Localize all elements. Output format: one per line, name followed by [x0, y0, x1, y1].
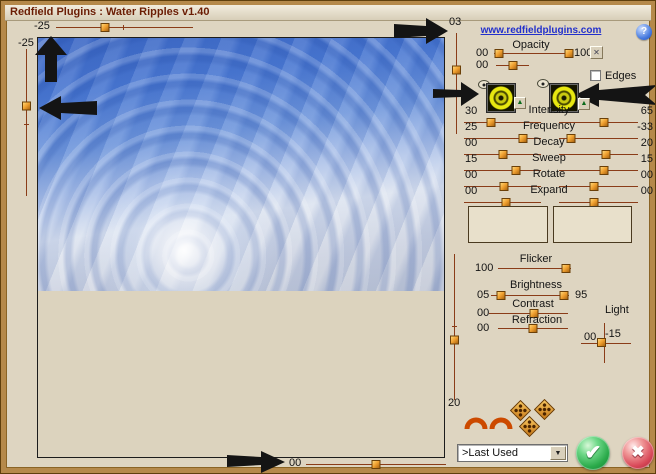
title-bar: Redfield Plugins : Water Ripples v1.40	[5, 5, 651, 21]
row-left-value: 00	[465, 186, 477, 197]
top-slider-value: -25	[34, 21, 50, 32]
annotation-arrow-left-mid-icon	[39, 96, 97, 120]
opacity-secondary-thumb[interactable]	[509, 61, 518, 70]
top-slider-tick	[123, 25, 124, 30]
website-link[interactable]: www.redfieldplugins.com	[456, 25, 626, 36]
refraction-slider[interactable]	[498, 328, 568, 329]
contrast-value: 00	[477, 308, 489, 319]
row-left-value: 30	[465, 106, 477, 117]
right-bottom-slider-value: 20	[448, 398, 460, 409]
flicker-value: 100	[475, 263, 493, 274]
opacity-option-button[interactable]: ✕	[590, 46, 603, 59]
opacity-slider-left-thumb[interactable]	[494, 49, 503, 58]
slider-thumb[interactable]	[600, 166, 609, 175]
row-label: Expand	[499, 185, 599, 196]
light-label: Light	[605, 305, 629, 316]
opacity-secondary-slider[interactable]	[496, 65, 529, 66]
x-mark-icon: ✕	[593, 48, 600, 57]
question-icon: ?	[641, 26, 647, 37]
top-slider-thumb[interactable]	[101, 23, 110, 32]
expand-right-slider[interactable]	[559, 202, 638, 203]
opacity-min-value: 00	[476, 48, 488, 59]
edges-checkbox[interactable]	[590, 70, 601, 81]
light-h-slider[interactable]	[581, 343, 631, 344]
flicker-label: Flicker	[506, 254, 566, 265]
left-slider-value: -25	[18, 38, 34, 49]
row-label: Sweep	[499, 153, 599, 164]
row-label: Decay	[499, 137, 599, 148]
refraction-value: 00	[477, 323, 489, 334]
cancel-button[interactable]: ✖	[622, 437, 654, 469]
brightness-max-value: 95	[575, 290, 587, 301]
annotation-arrow-right-top-icon	[394, 18, 448, 44]
undo-arc-icon[interactable]	[464, 413, 488, 434]
row-label: Rotate	[499, 169, 599, 180]
row-right-value: 15	[627, 154, 653, 165]
preset-dropdown[interactable]: >Last Used ▼	[457, 444, 568, 462]
eye-pupil-icon	[483, 83, 486, 86]
top-slider[interactable]	[56, 27, 193, 28]
left-slider[interactable]	[26, 49, 27, 196]
row-label: Frequency	[499, 121, 599, 132]
row-label: Intensity	[499, 105, 599, 116]
bottom-slider-thumb[interactable]	[372, 460, 381, 469]
row-left-value: 00	[465, 170, 477, 181]
right-bottom-slider-thumb[interactable]	[450, 336, 459, 345]
slider-thumb[interactable]	[600, 118, 609, 127]
plugin-window: Redfield Plugins : Water Ripples v1.40 -…	[0, 0, 656, 474]
right-top-slider-thumb[interactable]	[452, 66, 461, 75]
light-h-value: 00	[584, 332, 596, 343]
annotation-arrow-texture1-icon	[433, 82, 479, 106]
edges-label: Edges	[605, 71, 636, 82]
preview-frame	[37, 37, 445, 458]
flicker-slider[interactable]	[498, 268, 571, 269]
wave-display-box-right	[553, 206, 632, 243]
close-icon: ✖	[631, 444, 644, 461]
left-slider-tick	[24, 124, 29, 125]
help-button[interactable]: ?	[636, 24, 652, 40]
row-right-value: -33	[627, 122, 653, 133]
eye-icon[interactable]	[537, 79, 549, 88]
chevron-down-icon[interactable]: ▼	[550, 446, 566, 460]
brightness-min-value: 05	[477, 290, 489, 301]
row-left-value: 25	[465, 122, 477, 133]
wave-display-box-left	[468, 206, 548, 243]
window-title: Redfield Plugins : Water Ripples v1.40	[10, 6, 209, 18]
row-right-value: 00	[627, 170, 653, 181]
left-slider-thumb[interactable]	[22, 102, 31, 111]
row-left-value: 00	[465, 138, 477, 149]
randomize-dice-button-2[interactable]	[534, 399, 555, 420]
opacity-secondary-value: 00	[476, 60, 488, 71]
opacity-slider-right-thumb[interactable]	[564, 49, 573, 58]
slider-thumb[interactable]	[486, 118, 495, 127]
bottom-slider-value: 00	[289, 458, 301, 469]
eye-pupil-icon	[542, 82, 545, 85]
check-icon: ✔	[585, 442, 602, 464]
right-bottom-slider-tick	[452, 326, 457, 327]
light-thumb[interactable]	[597, 338, 606, 347]
row-left-value: 15	[465, 154, 477, 165]
redo-arc-icon[interactable]	[489, 413, 513, 434]
opacity-slider[interactable]	[494, 53, 571, 54]
brightness-label: Brightness	[501, 280, 571, 291]
flicker-thumb[interactable]	[561, 264, 570, 273]
slider-thumb[interactable]	[602, 150, 611, 159]
right-bottom-slider[interactable]	[454, 254, 455, 400]
annotation-arrow-up-icon	[34, 36, 68, 82]
row-right-value: 20	[627, 138, 653, 149]
row-right-value: 00	[627, 186, 653, 197]
expand-left-slider[interactable]	[464, 202, 541, 203]
light-v-value: -15	[605, 329, 621, 340]
water-ripples-preview[interactable]	[38, 38, 444, 291]
ok-button[interactable]: ✔	[576, 436, 610, 470]
refraction-thumb[interactable]	[529, 324, 538, 333]
bottom-slider[interactable]	[306, 464, 446, 465]
row-right-value: 65	[627, 106, 653, 117]
annotation-arrow-right-bottom-icon	[227, 451, 285, 473]
preset-dropdown-value: >Last Used	[462, 447, 518, 459]
brightness-slider[interactable]	[491, 295, 569, 296]
